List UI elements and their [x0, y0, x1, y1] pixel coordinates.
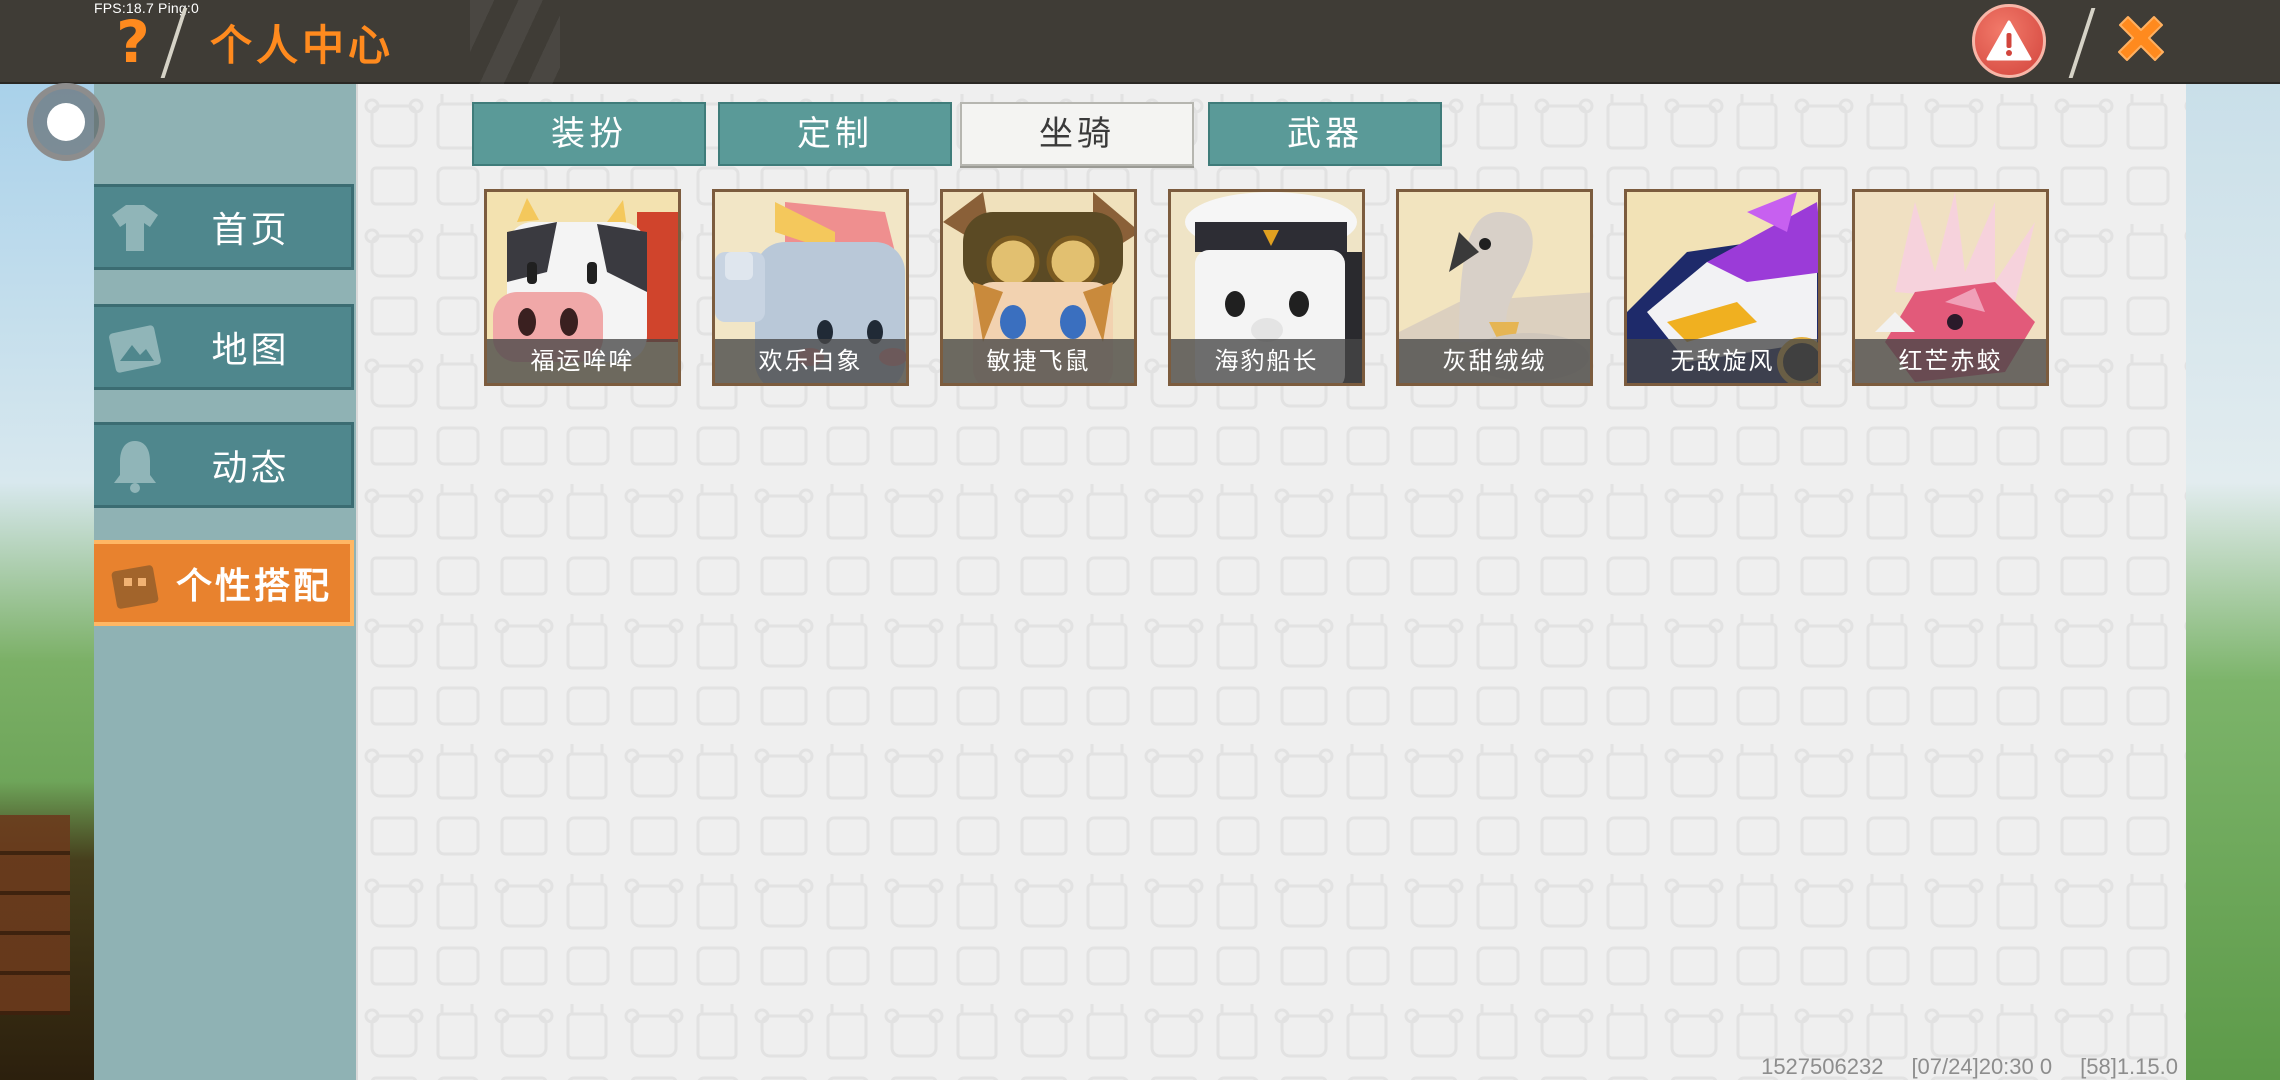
header-divider — [2068, 8, 2096, 78]
page-title: 个人中心 — [210, 21, 395, 70]
sidebar-item-home[interactable]: 首页 — [94, 184, 354, 270]
header-decoration — [470, 0, 560, 84]
mount-item-swan[interactable]: 灰甜绒绒 — [1396, 189, 1593, 386]
mount-name: 海豹船长 — [1171, 339, 1362, 383]
version: [58]1.15.0 — [2080, 1054, 2178, 1079]
mount-item-dragon[interactable]: 红芒赤蛟 — [1852, 189, 2049, 386]
record-button[interactable] — [27, 83, 105, 161]
sidebar-item-outfit[interactable]: 个性搭配 — [94, 540, 354, 626]
content-panel: 装扮 定制 坐骑 武器 福运哞哞 欢乐白象 敏捷飞鼠 海豹船长 灰甜绒绒 无敌旋… — [356, 84, 2186, 1080]
sidebar-item-label: 动态 — [211, 448, 290, 489]
mount-name: 福运哞哞 — [487, 339, 678, 383]
user-id: 1527506232 — [1761, 1054, 1884, 1079]
mount-name: 无敌旋风 — [1627, 339, 1818, 383]
mount-item-elephant[interactable]: 欢乐白象 — [712, 189, 909, 386]
background-brick — [0, 815, 70, 1015]
sidebar-item-label: 地图 — [211, 330, 290, 371]
close-button[interactable] — [2105, 6, 2177, 78]
tab-weapon[interactable]: 武器 — [1208, 102, 1442, 166]
background-scenery-right — [2186, 84, 2280, 1080]
mount-item-cow[interactable]: 福运哞哞 — [484, 189, 681, 386]
question-icon[interactable]: ? — [108, 12, 158, 72]
tab-custom[interactable]: 定制 — [718, 102, 952, 166]
sidebar-item-label: 个性搭配 — [175, 566, 332, 607]
sidebar-item-map[interactable]: 地图 — [94, 304, 354, 390]
footer-info: 1527506232 [07/24]20:30 0 [58]1.15.0 — [1761, 1054, 2178, 1080]
header-bar: FPS:18.7 Ping:0 ? 个人中心 — [0, 0, 2280, 84]
sidebar-item-activity[interactable]: 动态 — [94, 422, 354, 508]
warning-icon — [1986, 20, 2032, 61]
mount-name: 欢乐白象 — [715, 339, 906, 383]
record-dot-icon — [47, 103, 85, 141]
mount-item-seal[interactable]: 海豹船长 — [1168, 189, 1365, 386]
timestamp: [07/24]20:30 0 — [1911, 1054, 2053, 1079]
mount-name: 红芒赤蛟 — [1855, 339, 2046, 383]
sidebar: 首页 地图 动态 个性搭配 — [94, 84, 356, 1080]
close-icon — [2118, 16, 2164, 61]
sidebar-item-label: 首页 — [211, 210, 290, 251]
tab-mount[interactable]: 坐骑 — [960, 102, 1194, 166]
mount-name: 敏捷飞鼠 — [943, 339, 1134, 383]
tab-costume[interactable]: 装扮 — [472, 102, 706, 166]
mount-name: 灰甜绒绒 — [1399, 339, 1590, 383]
mount-item-squirrel[interactable]: 敏捷飞鼠 — [940, 189, 1137, 386]
header-divider — [160, 8, 188, 78]
mount-item-whirlwind[interactable]: 无敌旋风 — [1624, 189, 1821, 386]
report-button[interactable] — [1972, 4, 2046, 78]
